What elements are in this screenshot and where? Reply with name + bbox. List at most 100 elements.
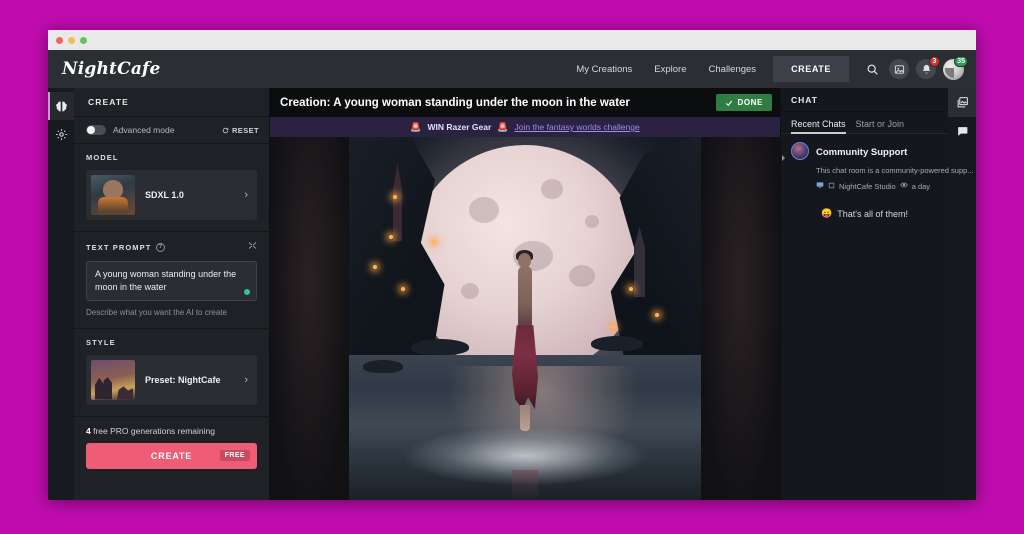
model-section: MODEL SDXL 1.0 › [74, 144, 269, 232]
artwork-lamp [611, 325, 615, 329]
chat-tabs: Recent Chats Start or Join [781, 112, 948, 134]
nightcafe-logo[interactable]: NightCafe [62, 59, 161, 79]
rail-item-create[interactable] [48, 92, 74, 120]
tab-start-or-join[interactable]: Start or Join [856, 119, 905, 133]
center-column: Creation: A young woman standing under t… [270, 88, 780, 500]
free-badge: FREE [219, 450, 250, 462]
reset-button[interactable]: RESET [222, 126, 259, 135]
header-nav: My Creations Explore Challenges CREATE 3… [565, 55, 968, 82]
shuffle-icon[interactable] [248, 241, 257, 253]
style-section-title: STYLE [86, 338, 257, 347]
chat-item-meta: Community Support This chat room is a co… [816, 142, 974, 191]
create-sidebar: CREATE Advanced mode RESET MODEL SDXL 1.… [74, 88, 270, 500]
canvas-backdrop-left [270, 137, 349, 500]
tab-recent-chats[interactable]: Recent Chats [791, 119, 846, 134]
monitor-icon [816, 181, 824, 191]
artwork-islet [591, 336, 643, 352]
canvas-area [270, 137, 780, 500]
bell-icon[interactable]: 3 [916, 56, 940, 79]
chat-rail-gallery[interactable] [948, 88, 976, 117]
chat-rail [948, 88, 976, 500]
challenge-label: WIN Razer Gear [427, 122, 492, 132]
challenge-banner: 🚨 WIN Razer Gear 🚨 Join the fantasy worl… [270, 117, 780, 137]
chat-panel: CHAT Recent Chats Start or Join Communit… [781, 88, 974, 500]
style-thumbnail [91, 359, 135, 400]
artwork-figure [508, 250, 542, 449]
emoji-tongue-icon: 😛 [821, 208, 833, 218]
page-title: Creation: A young woman standing under t… [280, 96, 630, 109]
list-item[interactable]: Community Support This chat room is a co… [781, 134, 974, 199]
model-selector[interactable]: SDXL 1.0 › [86, 170, 257, 220]
advanced-mode-label: Advanced mode [113, 125, 175, 135]
image-card-icon[interactable] [889, 59, 909, 79]
artwork-lamp [401, 287, 405, 291]
prompt-value: A young woman standing under the moon in… [95, 269, 237, 292]
window-close-button[interactable] [56, 36, 63, 44]
model-value: SDXL 1.0 [145, 190, 184, 200]
bell-badge: 3 [929, 56, 940, 67]
avatar[interactable]: 35 [943, 55, 968, 80]
eye-icon [899, 181, 908, 191]
create-button[interactable]: CREATE FREE [86, 442, 257, 469]
generations-remaining: 4 free PRO generations remaining [86, 426, 257, 436]
artwork-lamp [629, 287, 633, 291]
artwork-figure-reflection [512, 470, 538, 500]
artwork-lamp [389, 235, 393, 239]
chat-time: a day [911, 181, 931, 191]
sidebar-header: CREATE [74, 88, 269, 117]
avatar [791, 142, 809, 160]
done-button[interactable]: DONE [716, 94, 772, 111]
model-thumbnail [91, 175, 135, 215]
style-title-text: STYLE [86, 337, 116, 347]
chevron-right-icon: › [244, 189, 248, 201]
header-create-button[interactable]: CREATE [773, 56, 849, 82]
siren-icon-left: 🚨 [410, 121, 422, 132]
artwork-lamp [393, 195, 397, 199]
nav-challenges[interactable]: Challenges [698, 64, 768, 75]
chat-author: NightCafe Studio [839, 181, 896, 191]
app-body: CREATE Advanced mode RESET MODEL SDXL 1.… [48, 88, 976, 500]
siren-icon-right: 🚨 [497, 121, 509, 132]
prompt-hint: Describe what you want the AI to create [86, 307, 227, 317]
done-button-label: DONE [737, 98, 763, 107]
help-icon[interactable]: ? [156, 242, 166, 252]
canvas-backdrop-right [701, 137, 780, 500]
chevron-right-icon: › [244, 373, 248, 386]
model-title-text: MODEL [86, 153, 119, 162]
app-window: NightCafe My Creations Explore Challenge… [48, 30, 976, 500]
advanced-mode-toggle[interactable] [86, 125, 106, 135]
window-titlebar [48, 30, 976, 50]
style-section: STYLE Preset: NightCafe › [74, 329, 269, 417]
prompt-status-dot [244, 288, 250, 295]
window-maximize-button[interactable] [80, 36, 87, 44]
challenge-link[interactable]: Join the fantasy worlds challenge [515, 122, 640, 132]
artwork-islet [363, 359, 403, 373]
app-header: NightCafe My Creations Explore Challenge… [48, 50, 976, 88]
text-prompt-section-title: TEXT PROMPT ? [86, 241, 257, 253]
text-prompt-title-text: TEXT PROMPT [86, 242, 152, 252]
prompt-input[interactable]: A young woman standing under the moon in… [86, 261, 257, 301]
sidebar-footer: 4 free PRO generations remaining CREATE … [74, 417, 269, 469]
generations-text: free PRO generations remaining [90, 425, 215, 436]
artwork-lamp [432, 240, 436, 244]
style-selector[interactable]: Preset: NightCafe › [86, 354, 257, 405]
window-minimize-button[interactable] [68, 36, 75, 44]
artwork-lamp [655, 313, 659, 317]
chat-list-end-text: That's all of them! [837, 208, 908, 219]
reset-label: RESET [231, 125, 259, 135]
badge-icon [828, 182, 835, 191]
chat-rail-messages[interactable] [948, 117, 976, 146]
chat-room-subline: NightCafe Studio a day [816, 181, 940, 191]
advanced-mode-group: Advanced mode [86, 125, 174, 135]
chat-list-end: 😛 That's all of them! [781, 208, 948, 219]
search-icon[interactable] [862, 59, 882, 79]
artwork-islet [411, 338, 469, 355]
nav-explore[interactable]: Explore [643, 64, 697, 75]
nav-my-creations[interactable]: My Creations [565, 64, 643, 75]
chat-room-name: Community Support [816, 147, 908, 158]
model-section-title: MODEL [86, 153, 257, 162]
rail-item-settings[interactable] [48, 120, 74, 148]
avatar-credits-badge: 35 [954, 55, 968, 67]
artwork-image[interactable] [349, 137, 701, 500]
create-button-label: CREATE [150, 450, 193, 461]
